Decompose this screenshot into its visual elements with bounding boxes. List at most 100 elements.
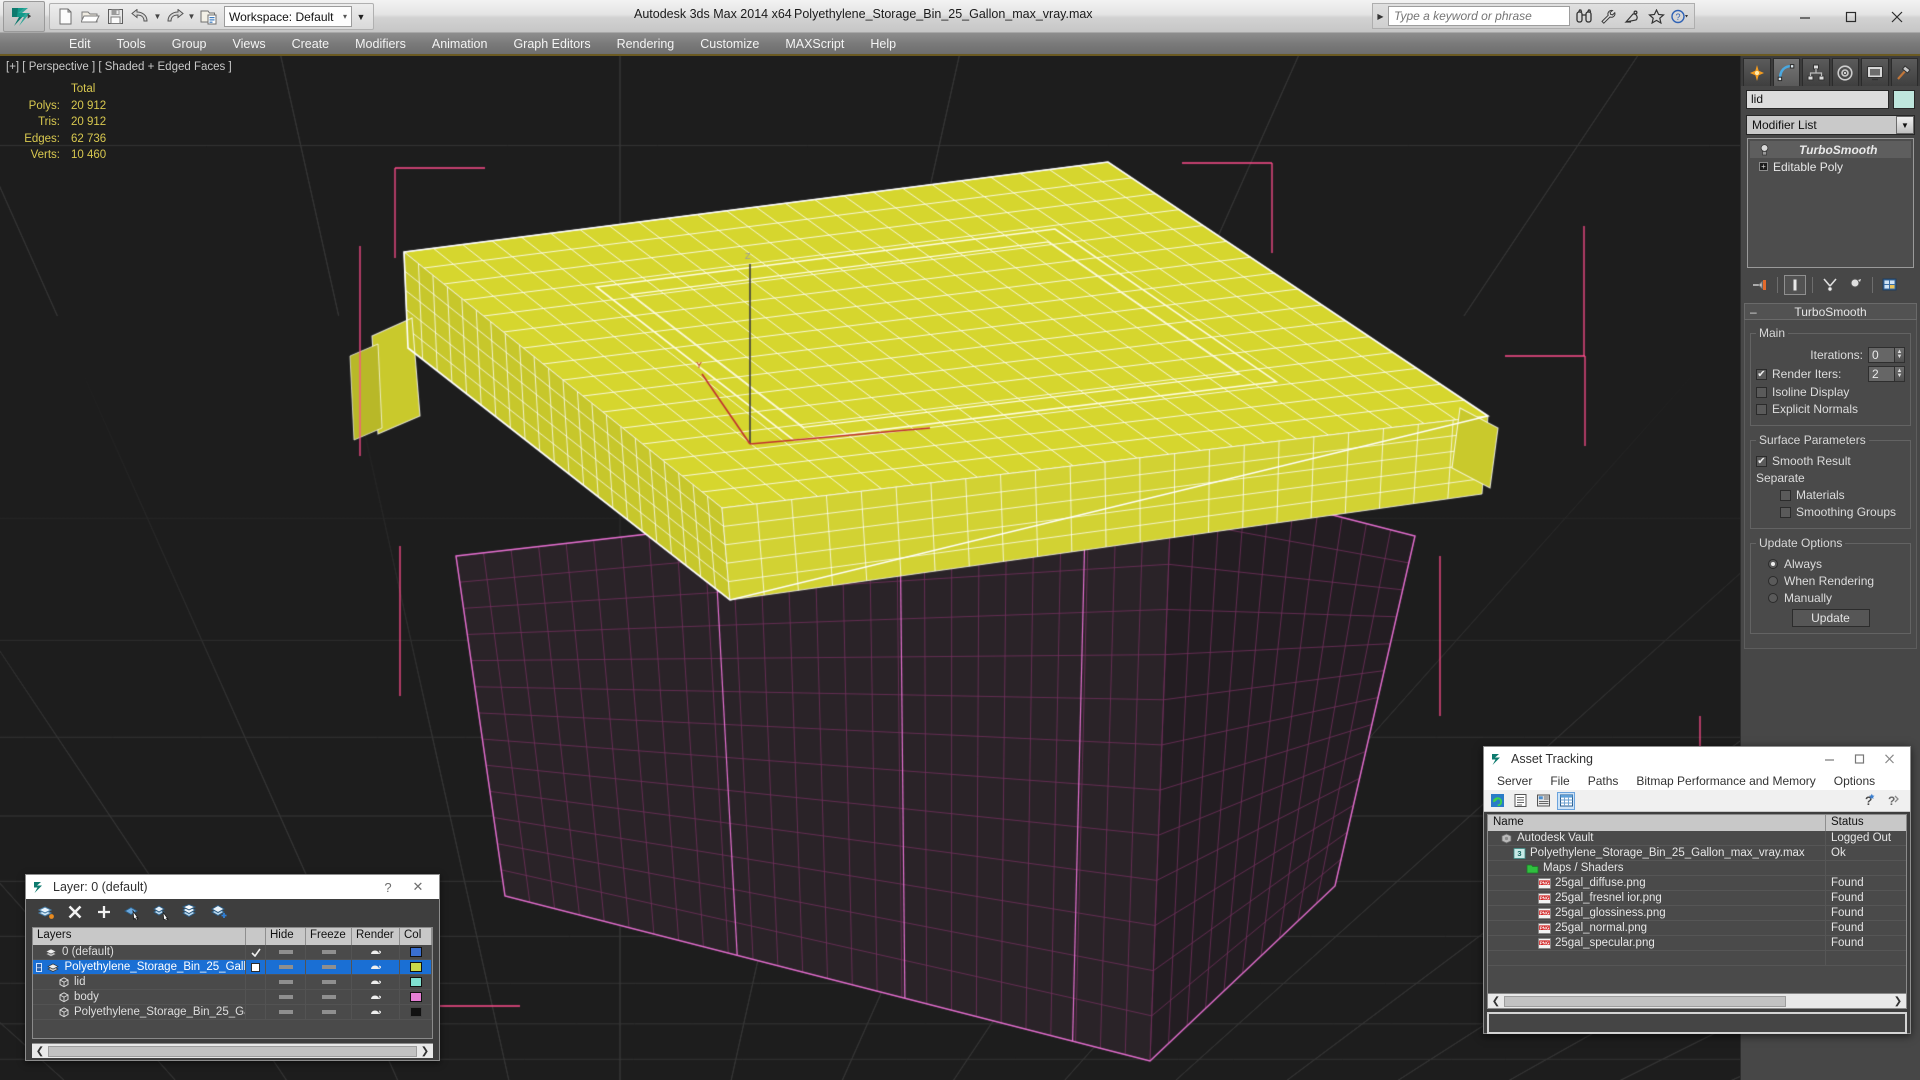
asset-menu-server[interactable]: Server xyxy=(1488,774,1541,788)
layer-render-toggle[interactable] xyxy=(352,959,400,975)
asset-tracking-dialog[interactable]: Asset Tracking Server File Paths Bitmap … xyxy=(1483,746,1911,1034)
scrollbar-thumb[interactable] xyxy=(1504,995,1786,1007)
menu-item-rendering[interactable]: Rendering xyxy=(604,34,688,54)
iterations-spinner-arrows[interactable]: ▲ ▼ xyxy=(1895,347,1905,363)
modifier-stack-item-turbosmooth[interactable]: TurboSmooth xyxy=(1750,141,1911,158)
tab-hierarchy[interactable] xyxy=(1802,58,1830,86)
explicit-normals-checkbox[interactable] xyxy=(1756,403,1767,415)
asset-horizontal-scrollbar[interactable]: ❮ ❯ xyxy=(1488,993,1906,1008)
help-button[interactable]: ? xyxy=(1884,792,1902,810)
highlight-selected-objects-button[interactable] xyxy=(181,902,201,922)
menu-item-edit[interactable]: Edit xyxy=(56,34,104,54)
render-iters-checkbox[interactable]: ✔ xyxy=(1756,368,1767,380)
layer-dialog-help-button[interactable]: ? xyxy=(373,880,403,895)
asset-menu-paths[interactable]: Paths xyxy=(1579,774,1628,788)
column-color[interactable]: Col xyxy=(400,928,432,945)
column-layers[interactable]: Layers xyxy=(33,928,246,945)
scrollbar-thumb[interactable] xyxy=(48,1045,417,1057)
column-freeze[interactable]: Freeze xyxy=(306,928,352,945)
turbosmooth-rollout-header[interactable]: – TurboSmooth xyxy=(1744,303,1917,320)
menu-item-create[interactable]: Create xyxy=(279,34,343,54)
when-rendering-radio[interactable] xyxy=(1768,576,1778,586)
menu-item-tools[interactable]: Tools xyxy=(104,34,159,54)
remove-modifier-icon[interactable] xyxy=(1844,275,1866,295)
configure-modifier-sets-icon[interactable] xyxy=(1879,275,1901,295)
new-file-button[interactable] xyxy=(53,5,78,28)
modifier-list-dropdown[interactable]: Modifier List ▼ xyxy=(1746,115,1915,135)
table-row[interactable]: 0 (default) xyxy=(33,945,432,960)
layer-dialog[interactable]: Layer: 0 (default) ? ✕ Layers Hide Freez… xyxy=(25,874,440,1061)
menu-item-group[interactable]: Group xyxy=(159,34,220,54)
search-input[interactable] xyxy=(1388,6,1570,26)
object-color-swatch[interactable] xyxy=(1893,90,1915,109)
binoculars-search-icon[interactable] xyxy=(1573,5,1595,27)
viewport-label[interactable]: [+] [ Perspective ] [ Shaded + Edged Fac… xyxy=(6,61,232,73)
manually-radio[interactable] xyxy=(1768,593,1778,603)
table-row[interactable]: Maps / Shaders xyxy=(1488,860,1906,876)
column-current[interactable] xyxy=(246,928,266,945)
layer-freeze-toggle[interactable] xyxy=(306,1004,352,1020)
open-file-button[interactable] xyxy=(78,5,103,28)
make-unique-icon[interactable] xyxy=(1819,275,1841,295)
project-folder-button[interactable] xyxy=(196,5,221,28)
workspace-selector[interactable]: Workspace: Default ▾ xyxy=(224,6,352,27)
table-row[interactable]: PNG 25gal_glossiness.png Found xyxy=(1488,905,1906,921)
menu-item-views[interactable]: Views xyxy=(219,34,278,54)
tab-motion[interactable] xyxy=(1831,58,1859,86)
layer-hide-toggle[interactable] xyxy=(266,974,306,990)
layer-dialog-titlebar[interactable]: Layer: 0 (default) ? ✕ xyxy=(26,875,439,899)
modifier-stack-item-editable-poly[interactable]: + Editable Poly xyxy=(1750,158,1911,175)
asset-tracking-titlebar[interactable]: Asset Tracking xyxy=(1484,747,1910,771)
layer-hide-toggle[interactable] xyxy=(266,1004,306,1020)
show-end-result-icon[interactable] xyxy=(1784,275,1806,295)
menu-item-customize[interactable]: Customize xyxy=(687,34,772,54)
layer-freeze-toggle[interactable] xyxy=(306,959,352,975)
radio-always[interactable]: Always xyxy=(1756,557,1905,571)
table-row[interactable]: PNG 25gal_diffuse.png Found xyxy=(1488,875,1906,891)
radio-manually[interactable]: Manually xyxy=(1756,591,1905,605)
wrench-icon[interactable] xyxy=(1597,5,1619,27)
field-separate-materials[interactable]: Materials xyxy=(1756,488,1905,502)
isoline-display-checkbox[interactable] xyxy=(1756,386,1767,398)
layer-list[interactable]: Layers Hide Freeze Render Col 0 (default… xyxy=(32,927,433,1039)
star-favorites-icon[interactable] xyxy=(1645,5,1667,27)
layer-freeze-toggle[interactable] xyxy=(306,945,352,960)
layer-current-marker[interactable] xyxy=(246,945,266,960)
asset-menu-options[interactable]: Options xyxy=(1825,774,1884,788)
help-question-icon[interactable]: ? xyxy=(1669,5,1691,27)
layer-color-swatch[interactable] xyxy=(400,945,432,960)
column-name[interactable]: Name xyxy=(1488,815,1826,831)
layer-color-swatch[interactable] xyxy=(400,959,432,975)
menu-item-modifiers[interactable]: Modifiers xyxy=(342,34,419,54)
list-view-button[interactable] xyxy=(1511,792,1529,810)
layer-color-swatch[interactable] xyxy=(400,1004,432,1020)
redo-button[interactable] xyxy=(162,5,187,28)
help-new-button[interactable]: ? xyxy=(1860,792,1878,810)
layer-current-marker[interactable] xyxy=(246,959,266,975)
layer-color-swatch[interactable] xyxy=(400,989,432,1005)
table-row[interactable]: PNG 25gal_normal.png Found xyxy=(1488,920,1906,936)
object-name-field[interactable]: lid xyxy=(1746,90,1889,109)
scroll-right-arrow-icon[interactable]: ❯ xyxy=(417,1046,433,1057)
minimize-button[interactable] xyxy=(1782,0,1828,33)
asset-menu-bitmap-performance[interactable]: Bitmap Performance and Memory xyxy=(1627,774,1824,788)
asset-list[interactable]: Name Status Autodesk Vault Logged Out 3 … xyxy=(1487,814,1907,1009)
save-file-button[interactable] xyxy=(103,5,128,28)
table-row[interactable]: – Polyethylene_Storage_Bin_25_Gallon xyxy=(33,959,432,975)
field-smooth-result[interactable]: ✔ Smooth Result xyxy=(1756,454,1905,468)
detail-view-button[interactable] xyxy=(1534,792,1552,810)
column-render[interactable]: Render xyxy=(352,928,400,945)
redo-dropdown-arrow[interactable]: ▼ xyxy=(187,5,196,28)
layer-freeze-toggle[interactable] xyxy=(306,974,352,990)
scroll-left-arrow-icon[interactable]: ❮ xyxy=(32,1046,48,1057)
update-button[interactable]: Update xyxy=(1791,609,1870,627)
column-hide[interactable]: Hide xyxy=(266,928,306,945)
layer-freeze-toggle[interactable] xyxy=(306,989,352,1005)
satellite-dish-icon[interactable] xyxy=(1621,5,1643,27)
table-row[interactable]: PNG 25gal_fresnel ior.png Found xyxy=(1488,890,1906,906)
grid-view-button[interactable] xyxy=(1557,791,1575,810)
menu-item-help[interactable]: Help xyxy=(857,34,909,54)
radio-when-rendering[interactable]: When Rendering xyxy=(1756,574,1905,588)
layer-horizontal-scrollbar[interactable]: ❮ ❯ xyxy=(32,1043,433,1058)
scroll-right-arrow-icon[interactable]: ❯ xyxy=(1890,996,1906,1007)
